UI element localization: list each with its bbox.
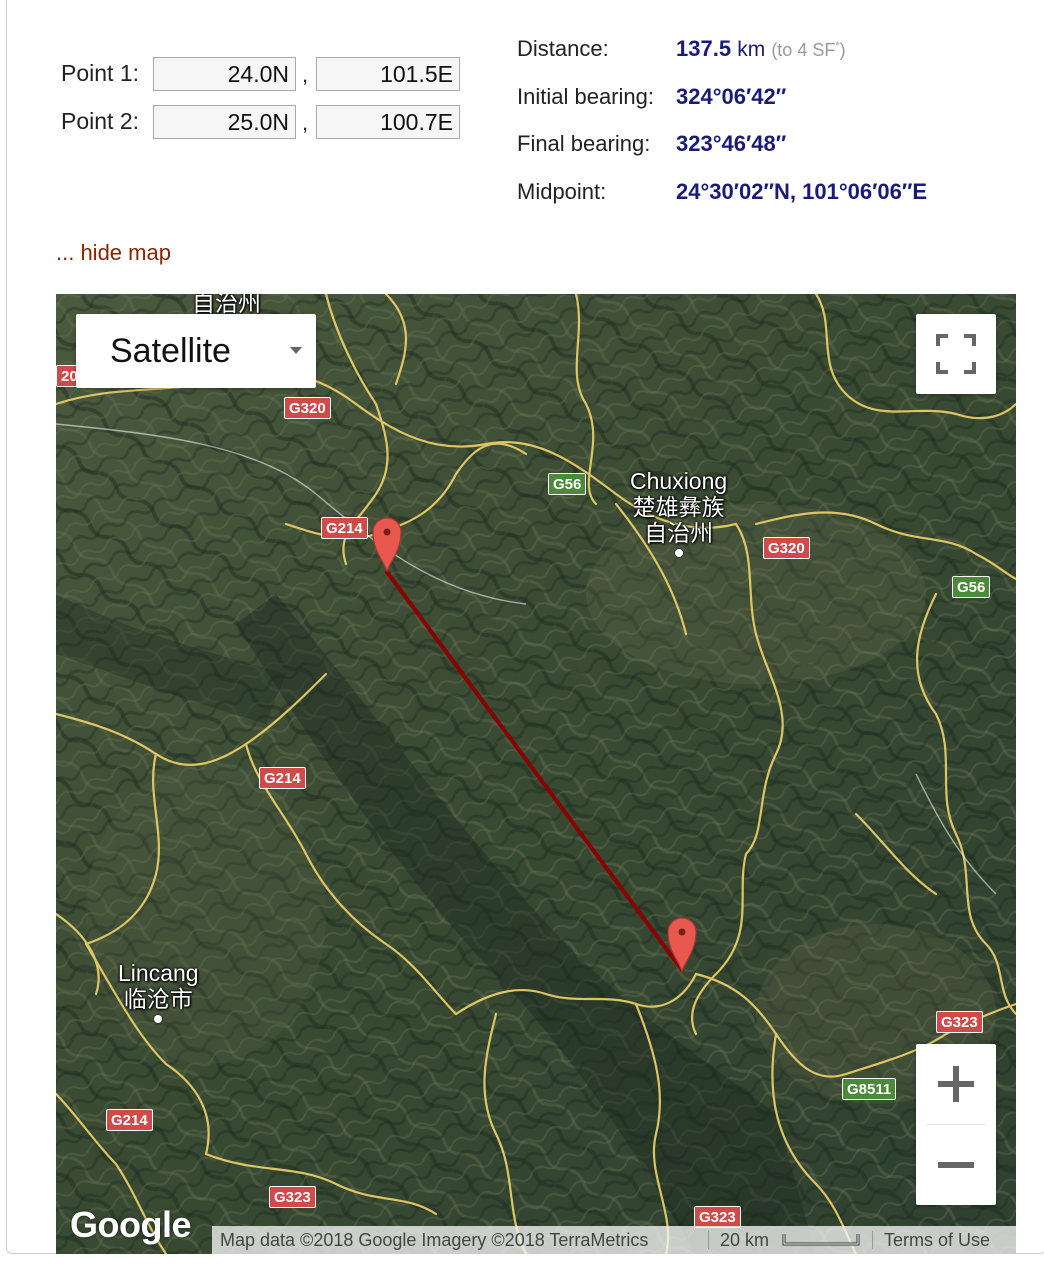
divider xyxy=(872,1231,873,1249)
city-dot-icon xyxy=(153,1014,164,1024)
zoom-control xyxy=(916,1044,996,1205)
road-shield: G320 xyxy=(284,397,331,419)
city-label-partial: 自治州 xyxy=(192,294,261,316)
distance-label: Distance: xyxy=(517,36,609,61)
hide-map-link[interactable]: ... hide map xyxy=(56,240,171,266)
road-shield: G56 xyxy=(548,473,587,495)
zoom-in-button[interactable] xyxy=(916,1044,996,1124)
terms-link[interactable]: Terms of Use xyxy=(884,1226,990,1254)
road-shield: G8511 xyxy=(842,1078,897,1100)
zoom-out-button[interactable] xyxy=(916,1125,996,1205)
google-logo: Google xyxy=(70,1204,192,1245)
road-shield: G214 xyxy=(321,517,368,539)
initial-bearing-value: 324°06′42″ xyxy=(676,84,787,109)
satellite-imagery xyxy=(56,294,1016,1254)
map-type-label: Satellite xyxy=(110,332,231,370)
point1-lon-input[interactable]: 101.5E xyxy=(316,57,460,91)
plus-icon xyxy=(938,1066,974,1102)
road-shield: G323 xyxy=(269,1186,316,1208)
map-attribution: Map data ©2018 Google Imagery ©2018 Terr… xyxy=(220,1230,649,1250)
final-bearing-value: 323°46′48″ xyxy=(676,131,787,156)
point1-lat-input[interactable]: 24.0N xyxy=(153,57,296,91)
map-type-select[interactable]: Satellite xyxy=(76,314,316,388)
separator: , xyxy=(302,62,309,87)
scale-label[interactable]: 20 km xyxy=(720,1226,769,1254)
road-shield: 20 xyxy=(56,365,78,387)
scale-bar-icon xyxy=(782,1234,860,1246)
initial-bearing-label: Initial bearing: xyxy=(517,84,654,109)
separator: , xyxy=(302,110,309,135)
point2-label: Point 2: xyxy=(61,108,139,134)
road-shield: G323 xyxy=(936,1011,983,1033)
chevron-down-icon xyxy=(290,347,302,354)
city-label-chuxiong: Chuxiong 楚雄彝族 自治州 xyxy=(630,468,727,558)
minus-icon xyxy=(938,1162,974,1168)
distance-number: 137.5 xyxy=(676,36,732,61)
distance-value: 137.5 km (to 4 SF*) xyxy=(676,36,846,62)
point2-lon-input[interactable]: 100.7E xyxy=(316,105,460,139)
map-view[interactable]: 自治州 Chuxiong 楚雄彝族 自治州 Lincang 临沧市 20 G32… xyxy=(56,294,1016,1254)
final-bearing-label: Final bearing: xyxy=(517,131,651,156)
road-shield: G214 xyxy=(259,767,306,789)
road-shield: G323 xyxy=(694,1206,741,1228)
midpoint-value: 24°30′02″N, 101°06′06″E xyxy=(676,179,928,204)
road-shield: G320 xyxy=(763,537,810,559)
city-label-lincang: Lincang 临沧市 xyxy=(118,960,199,1024)
point1-label: Point 1: xyxy=(61,60,139,86)
fullscreen-button[interactable] xyxy=(916,314,996,394)
map-attribution-bar: Map data ©2018 Google Imagery ©2018 Terr… xyxy=(212,1226,1016,1254)
divider xyxy=(708,1231,709,1249)
point2-lat-input[interactable]: 25.0N xyxy=(153,105,296,139)
city-dot-icon xyxy=(673,548,684,558)
distance-unit: km xyxy=(737,38,766,61)
distance-note: (to 4 SF*) xyxy=(771,40,846,60)
midpoint-label: Midpoint: xyxy=(517,179,607,204)
road-shield: G56 xyxy=(952,576,991,598)
fullscreen-icon xyxy=(936,334,976,374)
road-shield: G214 xyxy=(106,1109,153,1131)
